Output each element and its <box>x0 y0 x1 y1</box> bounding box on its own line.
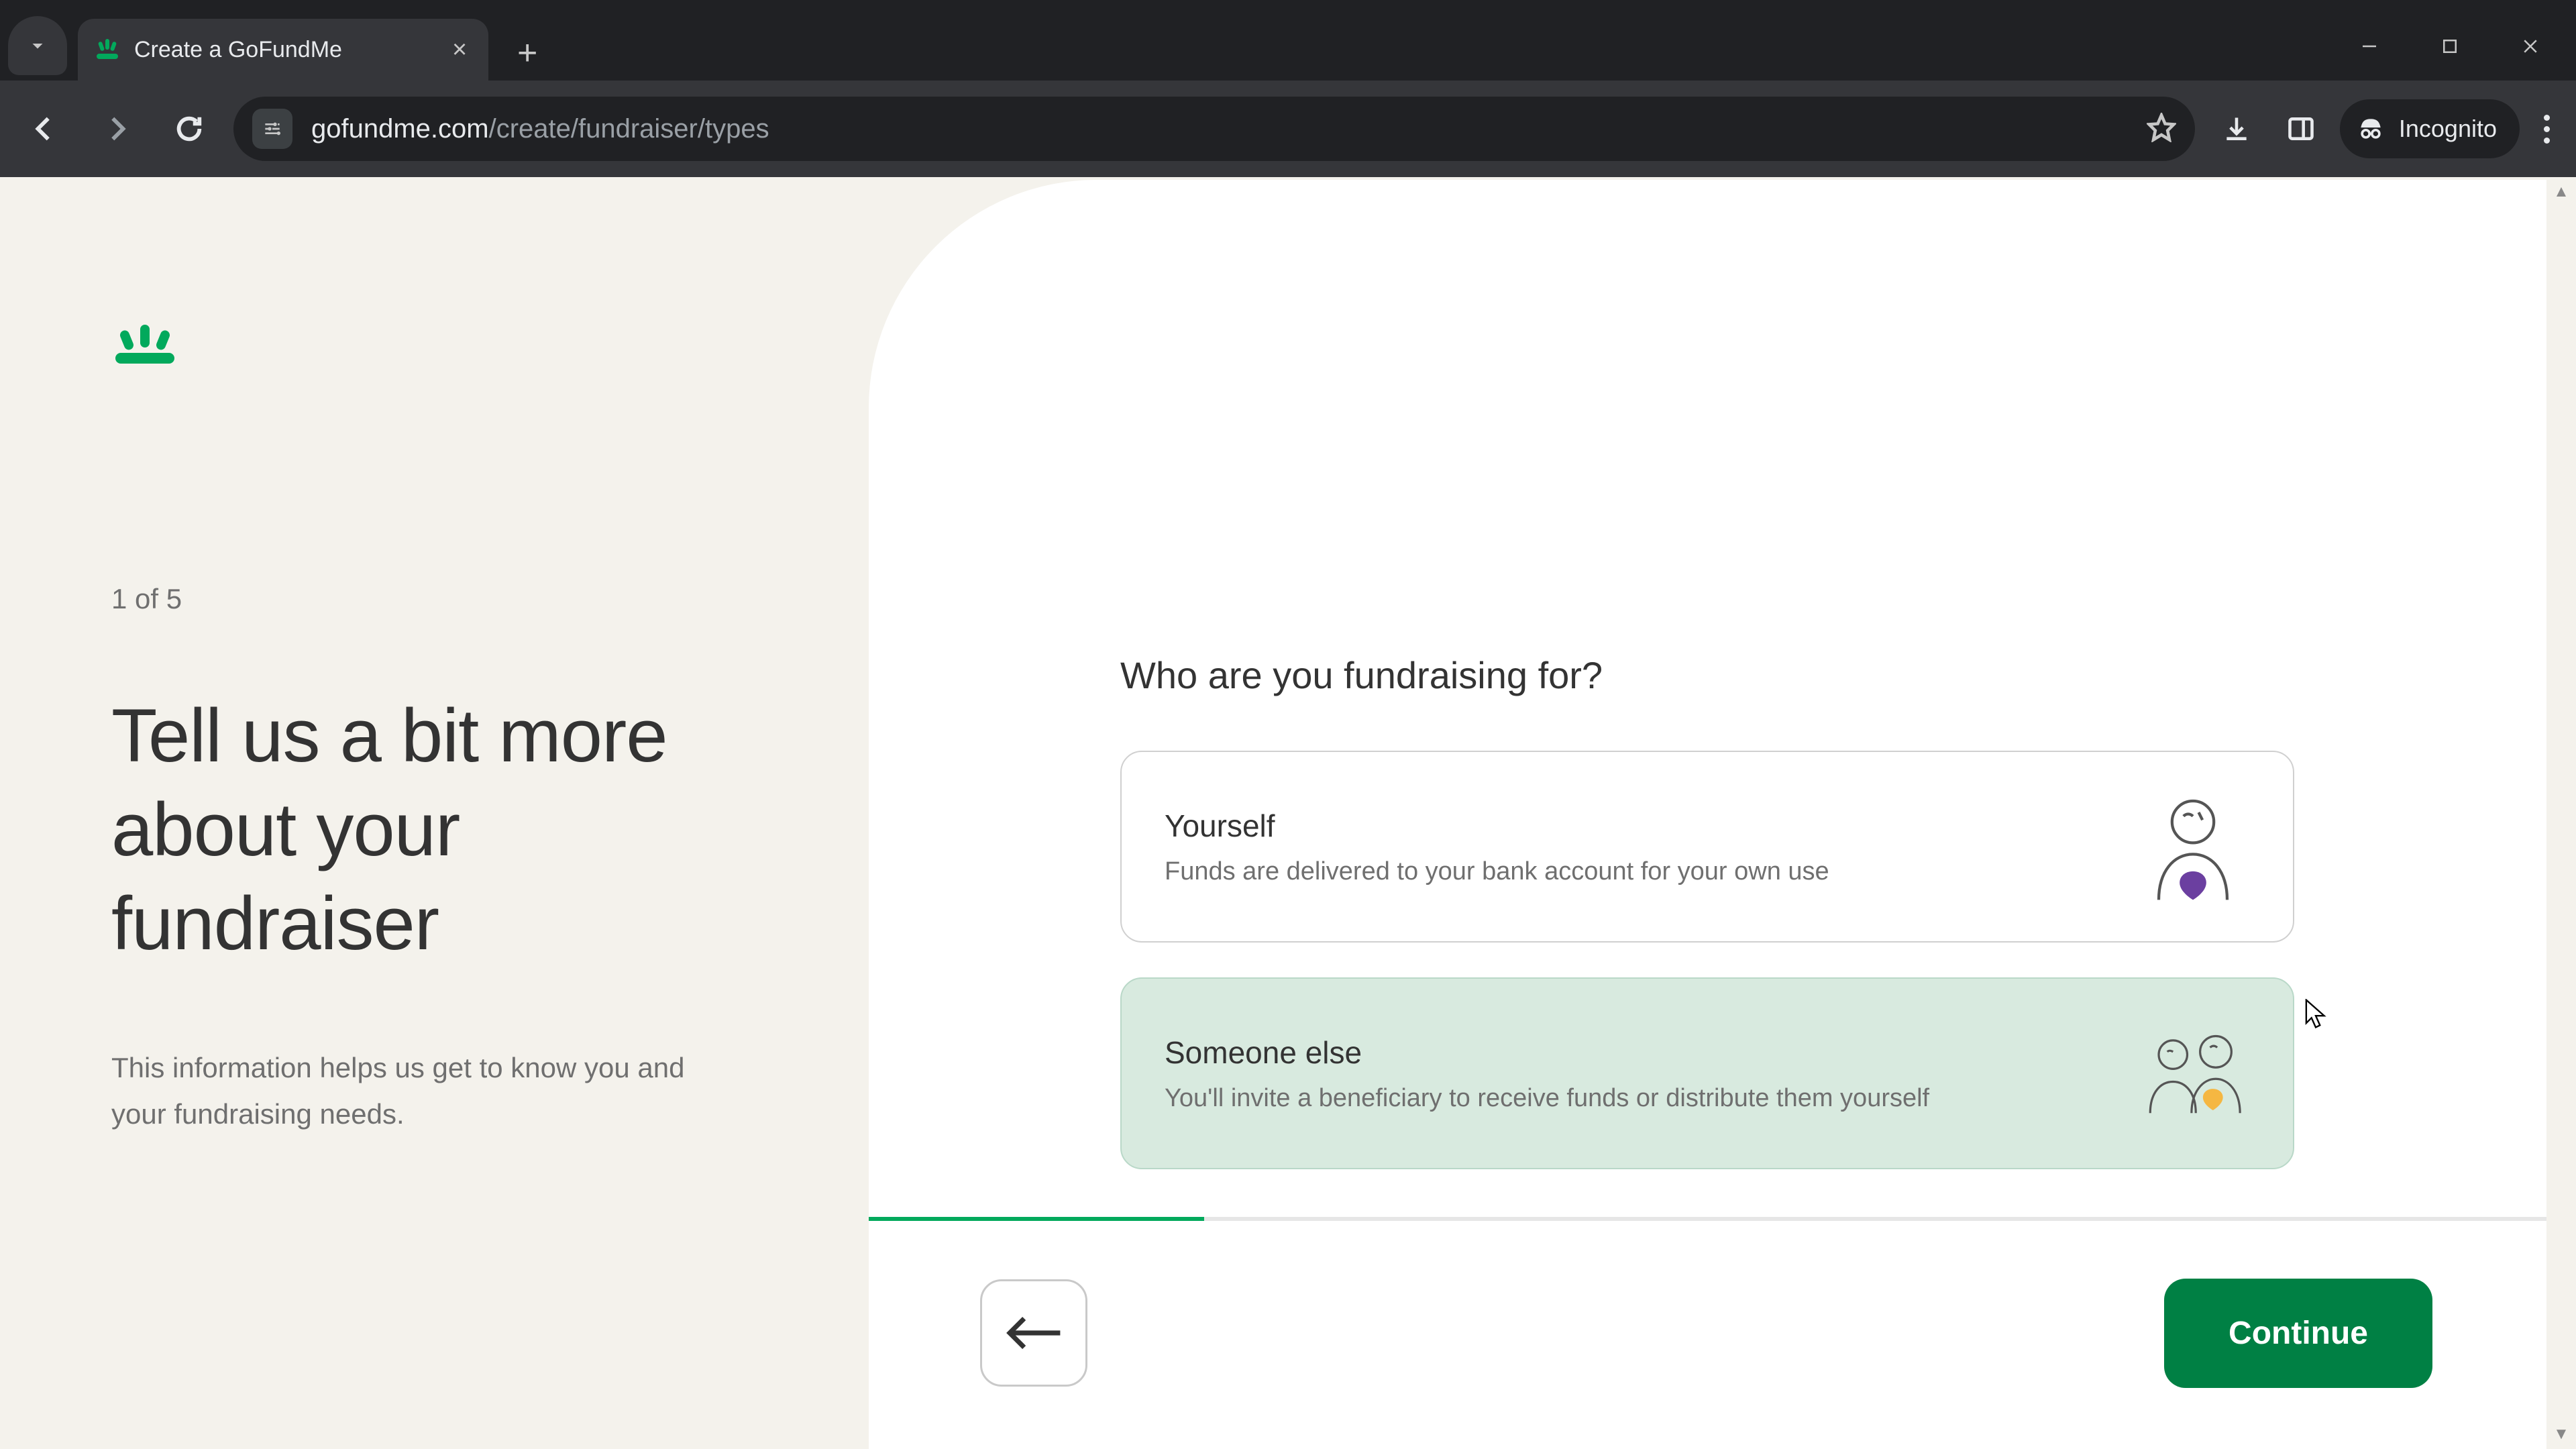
option-yourself-illustration-icon <box>2136 790 2250 904</box>
right-column: Who are you fundraising for? Yourself Fu… <box>1120 653 2294 1204</box>
star-icon <box>2147 113 2176 142</box>
back-button[interactable] <box>980 1279 1087 1387</box>
new-tab-button[interactable]: + <box>504 30 550 76</box>
gofundme-logo[interactable] <box>111 325 796 368</box>
nav-back-button[interactable] <box>16 101 72 157</box>
window-minimize-button[interactable] <box>2329 19 2410 73</box>
step-counter: 1 of 5 <box>111 583 796 615</box>
continue-button[interactable]: Continue <box>2164 1279 2432 1388</box>
option-someone-else[interactable]: Someone else You'll invite a beneficiary… <box>1120 977 2294 1169</box>
incognito-indicator[interactable]: Incognito <box>2340 99 2520 158</box>
option-desc: Funds are delivered to your bank account… <box>1165 857 1829 886</box>
scroll-track[interactable] <box>2549 207 2573 1419</box>
scroll-up-icon[interactable]: ▲ <box>2546 177 2576 207</box>
nav-reload-button[interactable] <box>161 101 217 157</box>
nav-forward-button[interactable] <box>89 101 145 157</box>
tabstrip: Create a GoFundMe × + <box>0 0 550 80</box>
side-panel-button[interactable] <box>2275 103 2326 154</box>
tab-search-button[interactable] <box>8 16 67 75</box>
option-yourself[interactable]: Yourself Funds are delivered to your ban… <box>1120 751 2294 943</box>
chevron-down-icon <box>25 34 50 58</box>
url-text: gofundme.com/create/fundraiser/types <box>311 114 2128 144</box>
browser-toolbar: gofundme.com/create/fundraiser/types Inc… <box>0 80 2576 177</box>
page-headline: Tell us a bit more about your fundraiser <box>111 689 796 971</box>
progress-fill <box>869 1217 1204 1221</box>
window-controls <box>2329 0 2576 80</box>
page-viewport: 1 of 5 Tell us a bit more about your fun… <box>0 177 2576 1449</box>
incognito-icon <box>2356 114 2385 144</box>
chrome-window: Create a GoFundMe × + gofundme.com/creat… <box>0 0 2576 1449</box>
option-title: Yourself <box>1165 808 1829 844</box>
footer-bar: Continue <box>869 1217 2546 1449</box>
arrow-left-icon <box>1005 1311 1063 1354</box>
window-close-button[interactable] <box>2490 19 2571 73</box>
url-path: /create/fundraiser/types <box>489 114 769 144</box>
download-icon <box>2222 114 2251 144</box>
option-someone-else-illustration-icon <box>2136 1016 2250 1130</box>
page-subhead: This information helps us get to know yo… <box>111 1044 715 1138</box>
gofundme-logo-icon <box>111 325 178 365</box>
tab-close-button[interactable]: × <box>449 34 470 65</box>
window-maximize-button[interactable] <box>2410 19 2490 73</box>
scroll-down-icon[interactable]: ▼ <box>2546 1419 2576 1449</box>
address-bar[interactable]: gofundme.com/create/fundraiser/types <box>233 97 2195 161</box>
bookmark-button[interactable] <box>2147 113 2176 146</box>
titlebar: Create a GoFundMe × + <box>0 0 2576 80</box>
incognito-label: Incognito <box>2399 115 2497 143</box>
toolbar-right: Incognito <box>2211 99 2560 158</box>
site-info-button[interactable] <box>252 109 292 149</box>
url-host: gofundme.com <box>311 114 489 144</box>
question-heading: Who are you fundraising for? <box>1120 653 2294 697</box>
tab-title: Create a GoFundMe <box>134 37 342 63</box>
vertical-scrollbar[interactable]: ▲ ▼ <box>2546 177 2576 1449</box>
browser-menu-button[interactable] <box>2533 107 2560 152</box>
option-desc: You'll invite a beneficiary to receive f… <box>1165 1084 1929 1113</box>
downloads-button[interactable] <box>2211 103 2262 154</box>
panel-icon <box>2286 114 2316 144</box>
option-texts: Someone else You'll invite a beneficiary… <box>1165 1034 1929 1113</box>
option-title: Someone else <box>1165 1034 1929 1071</box>
mouse-cursor-icon <box>2305 999 2326 1028</box>
option-texts: Yourself Funds are delivered to your ban… <box>1165 808 1829 886</box>
tune-icon <box>262 118 283 140</box>
browser-tab[interactable]: Create a GoFundMe × <box>78 19 488 80</box>
left-column: 1 of 5 Tell us a bit more about your fun… <box>111 325 796 1138</box>
gofundme-favicon-icon <box>94 36 121 63</box>
